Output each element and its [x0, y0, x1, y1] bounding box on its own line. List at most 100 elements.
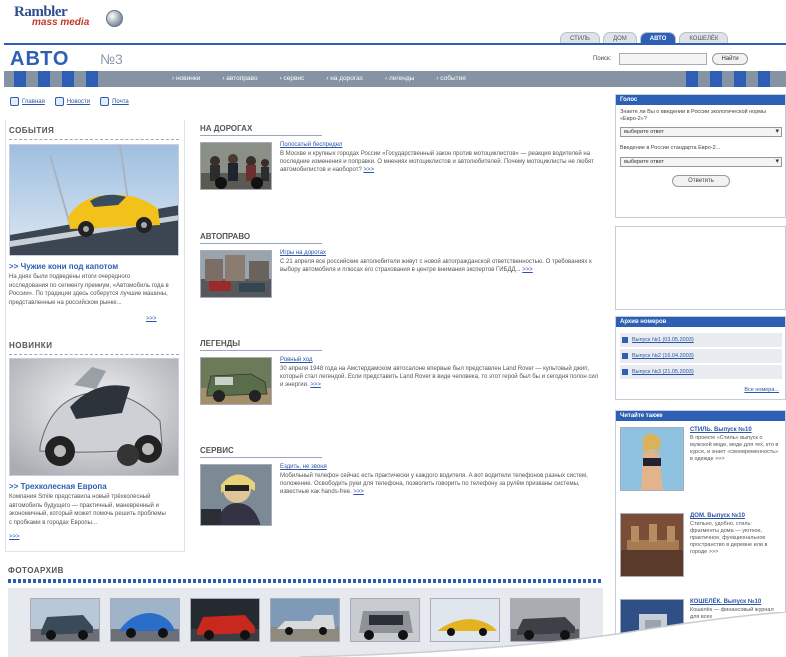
left-column: СОБЫТИЯ >> Чужие кони под капотом На дня… — [5, 120, 185, 552]
events-image[interactable] — [9, 144, 179, 256]
logo-globe-icon — [106, 10, 123, 27]
divider — [9, 139, 179, 140]
poll-question-2: Введение в России стандарта Евро-2... — [620, 145, 721, 151]
poll-box: Голос Знаете ли Вы о введении в России э… — [615, 94, 786, 218]
nav-block-decor — [710, 71, 722, 87]
legends-article-title[interactable]: Ровный ход — [280, 357, 313, 363]
rambler-logo[interactable]: Rambler mass media — [14, 4, 134, 38]
photo-thumbnail[interactable] — [110, 598, 180, 642]
roads-more-link[interactable]: >>> — [363, 167, 374, 173]
arrow-icon — [622, 337, 628, 343]
autolaw-article-text: С 21 апреля все российские автолюбители … — [280, 259, 592, 273]
legends-thumbnail[interactable] — [200, 357, 272, 405]
archive-header: Архив номеров — [616, 317, 785, 327]
banner-placeholder[interactable] — [615, 226, 786, 310]
autolaw-article-title[interactable]: Игры на дорогах — [280, 250, 326, 256]
archive-item[interactable]: Выпуск №1 (03.05.2003) — [620, 333, 782, 347]
journal-text: Стильно, удобно, стиль: фрагменты дома —… — [690, 521, 768, 555]
roads-article-title[interactable]: Полосатый беспредел — [280, 142, 342, 148]
main-nav: › новинки › автоправо › сервис › на доро… — [4, 71, 786, 87]
service-thumbnail[interactable] — [200, 464, 272, 526]
right-column: Голос Знаете ли Вы о введении в России э… — [615, 88, 786, 657]
archive-all-link[interactable]: Все номера... — [744, 387, 779, 393]
news-link[interactable]: Новости — [54, 97, 90, 106]
divider — [200, 135, 322, 136]
new-feature-title[interactable]: >> Трехколесная Европа — [9, 482, 107, 491]
roads-thumbnail[interactable] — [200, 142, 272, 190]
section-heading: НА ДОРОГАХ — [200, 124, 253, 133]
photo-thumbnail[interactable] — [190, 598, 260, 642]
journal-cover — [620, 427, 684, 491]
events-more-link[interactable]: >>> — [146, 316, 157, 322]
nav-block-decor — [86, 71, 98, 87]
events-feature-text: На днях были подведены итоги очередного … — [9, 274, 169, 306]
nav-block-decor — [38, 71, 50, 87]
issue-number: №3 — [100, 51, 123, 67]
nav-block-decor — [734, 71, 746, 87]
journals-header: Читайте также — [616, 411, 785, 421]
divider — [200, 350, 322, 351]
roads-article-text: В Москве и крупных городах России «Госуд… — [280, 151, 594, 173]
nav-item-roads[interactable]: › на дорогах — [326, 71, 363, 87]
nav-item-events[interactable]: › события — [436, 71, 465, 87]
nav-block-decor — [758, 71, 770, 87]
new-more-link[interactable]: >>> — [9, 534, 20, 540]
events-feature-title[interactable]: >> Чужие кони под капотом — [9, 262, 118, 271]
autolaw-thumbnail[interactable] — [200, 250, 272, 298]
legends-more-link[interactable]: >>> — [310, 382, 321, 388]
header-rule — [4, 43, 786, 45]
section-heading: СЕРВИС — [200, 446, 234, 455]
journal-text: В проекте «Стиль» выпуск о мужской моде,… — [690, 435, 779, 462]
search-button[interactable]: Найти — [712, 53, 748, 65]
nav-block-decor — [14, 71, 26, 87]
nav-items: › новинки › автоправо › сервис › на доро… — [172, 71, 466, 87]
search-input[interactable] — [619, 53, 707, 65]
poll-header: Голос — [616, 95, 785, 105]
home-link[interactable]: Главная — [10, 97, 45, 106]
photo-thumbnail[interactable] — [30, 598, 100, 642]
legends-article-text: 30 апреля 1948 года на Амстердамском авт… — [280, 366, 599, 388]
section-roads: НА ДОРОГАХ Полосатый беспредел В Москве … — [200, 124, 600, 204]
home-icon — [10, 97, 19, 106]
new-feature-text: Компания Smile представила новый трёхкол… — [9, 494, 166, 526]
poll-submit-button[interactable]: Ответить — [672, 175, 730, 187]
mail-link[interactable]: Почта — [100, 97, 129, 106]
nav-block-decor — [62, 71, 74, 87]
autolaw-more-link[interactable]: >>> — [522, 267, 533, 273]
divider — [200, 457, 322, 458]
news-icon — [54, 97, 64, 106]
archive-item[interactable]: Выпуск №2 (16.04.2003) — [620, 349, 782, 363]
nav-item-legends[interactable]: › легенды — [385, 71, 414, 87]
poll-answer-1-select[interactable]: выберите ответ — [620, 127, 782, 137]
divider — [9, 354, 179, 355]
nav-block-decor — [686, 71, 698, 87]
mail-icon — [100, 97, 110, 106]
arrow-icon — [622, 369, 628, 375]
poll-answer-2-select[interactable]: выберите ответ — [620, 157, 782, 167]
search-label: Поиск: — [593, 56, 612, 62]
photo-archive-divider — [8, 579, 603, 583]
journal-title: СТИЛЬ. Выпуск №10 — [690, 427, 752, 433]
service-article-title[interactable]: Ездить, не звоня — [280, 464, 327, 470]
nav-item-service[interactable]: › сервис — [280, 71, 305, 87]
photo-archive-heading: ФОТОАРХИВ — [8, 566, 64, 575]
poll-question-1: Знаете ли Вы о введении в России экологи… — [620, 109, 767, 122]
arrow-icon — [622, 353, 628, 359]
section-heading: ЛЕГЕНДЫ — [200, 339, 241, 348]
page-title: АВТО — [10, 48, 70, 70]
service-article-text: Мобильный телефон сейчас есть практическ… — [280, 473, 588, 495]
utility-links: Главная Новости Почта — [10, 97, 129, 106]
divider — [200, 243, 322, 244]
nav-item-autolaw[interactable]: › автоправо — [222, 71, 257, 87]
journal-title: ДОМ. Выпуск №10 — [690, 513, 745, 519]
section-service: СЕРВИС Ездить, не звоня Мобильный телефо… — [200, 446, 600, 536]
journal-item[interactable]: СТИЛЬ. Выпуск №10 В проекте «Стиль» выпу… — [620, 427, 782, 491]
new-image[interactable] — [9, 358, 179, 476]
journal-item[interactable]: ДОМ. Выпуск №10 Стильно, удобно, стиль: … — [620, 513, 782, 577]
section-legends: ЛЕГЕНДЫ Ровный ход 30 апреля 1948 года н… — [200, 339, 600, 419]
archive-box: Архив номеров Выпуск №1 (03.05.2003) Вып… — [615, 316, 786, 400]
events-heading: СОБЫТИЯ — [9, 126, 55, 135]
archive-item[interactable]: Выпуск №3 (21.05.2003) — [620, 365, 782, 379]
nav-item-new[interactable]: › новинки — [172, 71, 200, 87]
service-more-link[interactable]: >>> — [353, 489, 364, 495]
